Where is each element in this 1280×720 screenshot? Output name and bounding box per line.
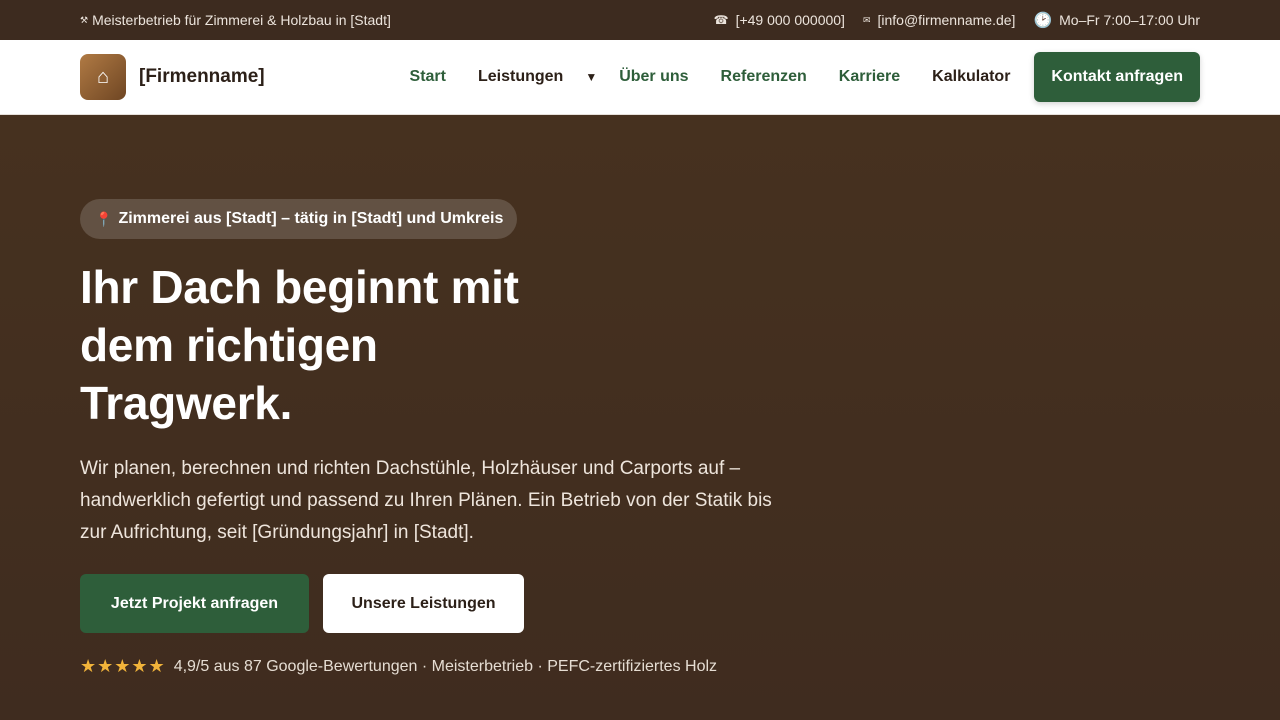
email-address: [info@firmenname.de] <box>877 12 1016 28</box>
nav-item-karriere[interactable]: Karriere <box>839 68 900 86</box>
house-icon: ⌂ <box>96 65 110 88</box>
hero-section: 📍 Zimmerei aus [Stadt] – tätig in [Stadt… <box>0 115 1280 720</box>
hours-text: Mo–Fr 7:00–17:00 Uhr <box>1059 12 1200 28</box>
mail-icon: ✉ <box>862 14 871 25</box>
logo[interactable]: ⌂ <box>80 54 126 100</box>
nav-item-ueber-uns[interactable]: Über uns <box>619 68 688 86</box>
hero-headline: Ihr Dach beginnt mit dem richtigen Tragw… <box>80 261 519 429</box>
location-badge: 📍 Zimmerei aus [Stadt] – tätig in [Stadt… <box>80 199 518 239</box>
clock-icon: 🕑 <box>1033 12 1053 29</box>
nav-item-referenzen[interactable]: Referenzen <box>721 68 807 86</box>
nav-menu: Start Leistungen ▼ Über uns Referenzen K… <box>378 52 1200 102</box>
nav-item-kalkulator[interactable]: Kalkulator <box>932 68 1010 86</box>
nav-item-leistungen[interactable]: Leistungen <box>478 68 563 86</box>
contact-request-button[interactable]: Kontakt anfragen <box>1034 52 1200 102</box>
opening-hours: 🕑 Mo–Fr 7:00–17:00 Uhr <box>1033 11 1200 29</box>
phone-number: [+49 000 000000] <box>735 12 845 28</box>
tagline-text: Meisterbetrieb für Zimmerei & Holzbau in… <box>92 12 391 28</box>
rating-text: 4,9/5 aus 87 Google-Bewertungen · Meiste… <box>173 657 718 675</box>
top-info-bar: ⚒ Meisterbetrieb für Zimmerei & Holzbau … <box>0 0 1280 40</box>
project-request-button[interactable]: Jetzt Projekt anfragen <box>80 574 309 633</box>
hammer-icon: ⚒ <box>80 14 89 25</box>
map-pin-icon: 📍 <box>95 210 113 227</box>
star-rating-icon: ★★★★★ <box>80 656 166 676</box>
hero-lead: Wir planen, berechnen und richten Dachst… <box>80 458 772 543</box>
chevron-down-icon[interactable]: ▼ <box>585 70 597 84</box>
services-button[interactable]: Unsere Leistungen <box>323 574 524 633</box>
main-navigation: ⌂ [Firmenname] Start Leistungen ▼ Über u… <box>0 40 1280 115</box>
location-badge-text: Zimmerei aus [Stadt] – tätig in [Stadt] … <box>118 210 504 227</box>
phone-icon: ☎ <box>713 13 729 27</box>
nav-item-start[interactable]: Start <box>410 68 446 86</box>
brand-name[interactable]: [Firmenname] <box>139 66 265 88</box>
phone-link[interactable]: ☎ [+49 000 000000] <box>714 12 845 28</box>
tagline: ⚒ Meisterbetrieb für Zimmerei & Holzbau … <box>80 12 391 28</box>
email-link[interactable]: ✉ [info@firmenname.de] <box>863 12 1016 28</box>
rating-row: ★★★★★ 4,9/5 aus 87 Google-Bewertungen · … <box>80 656 717 677</box>
